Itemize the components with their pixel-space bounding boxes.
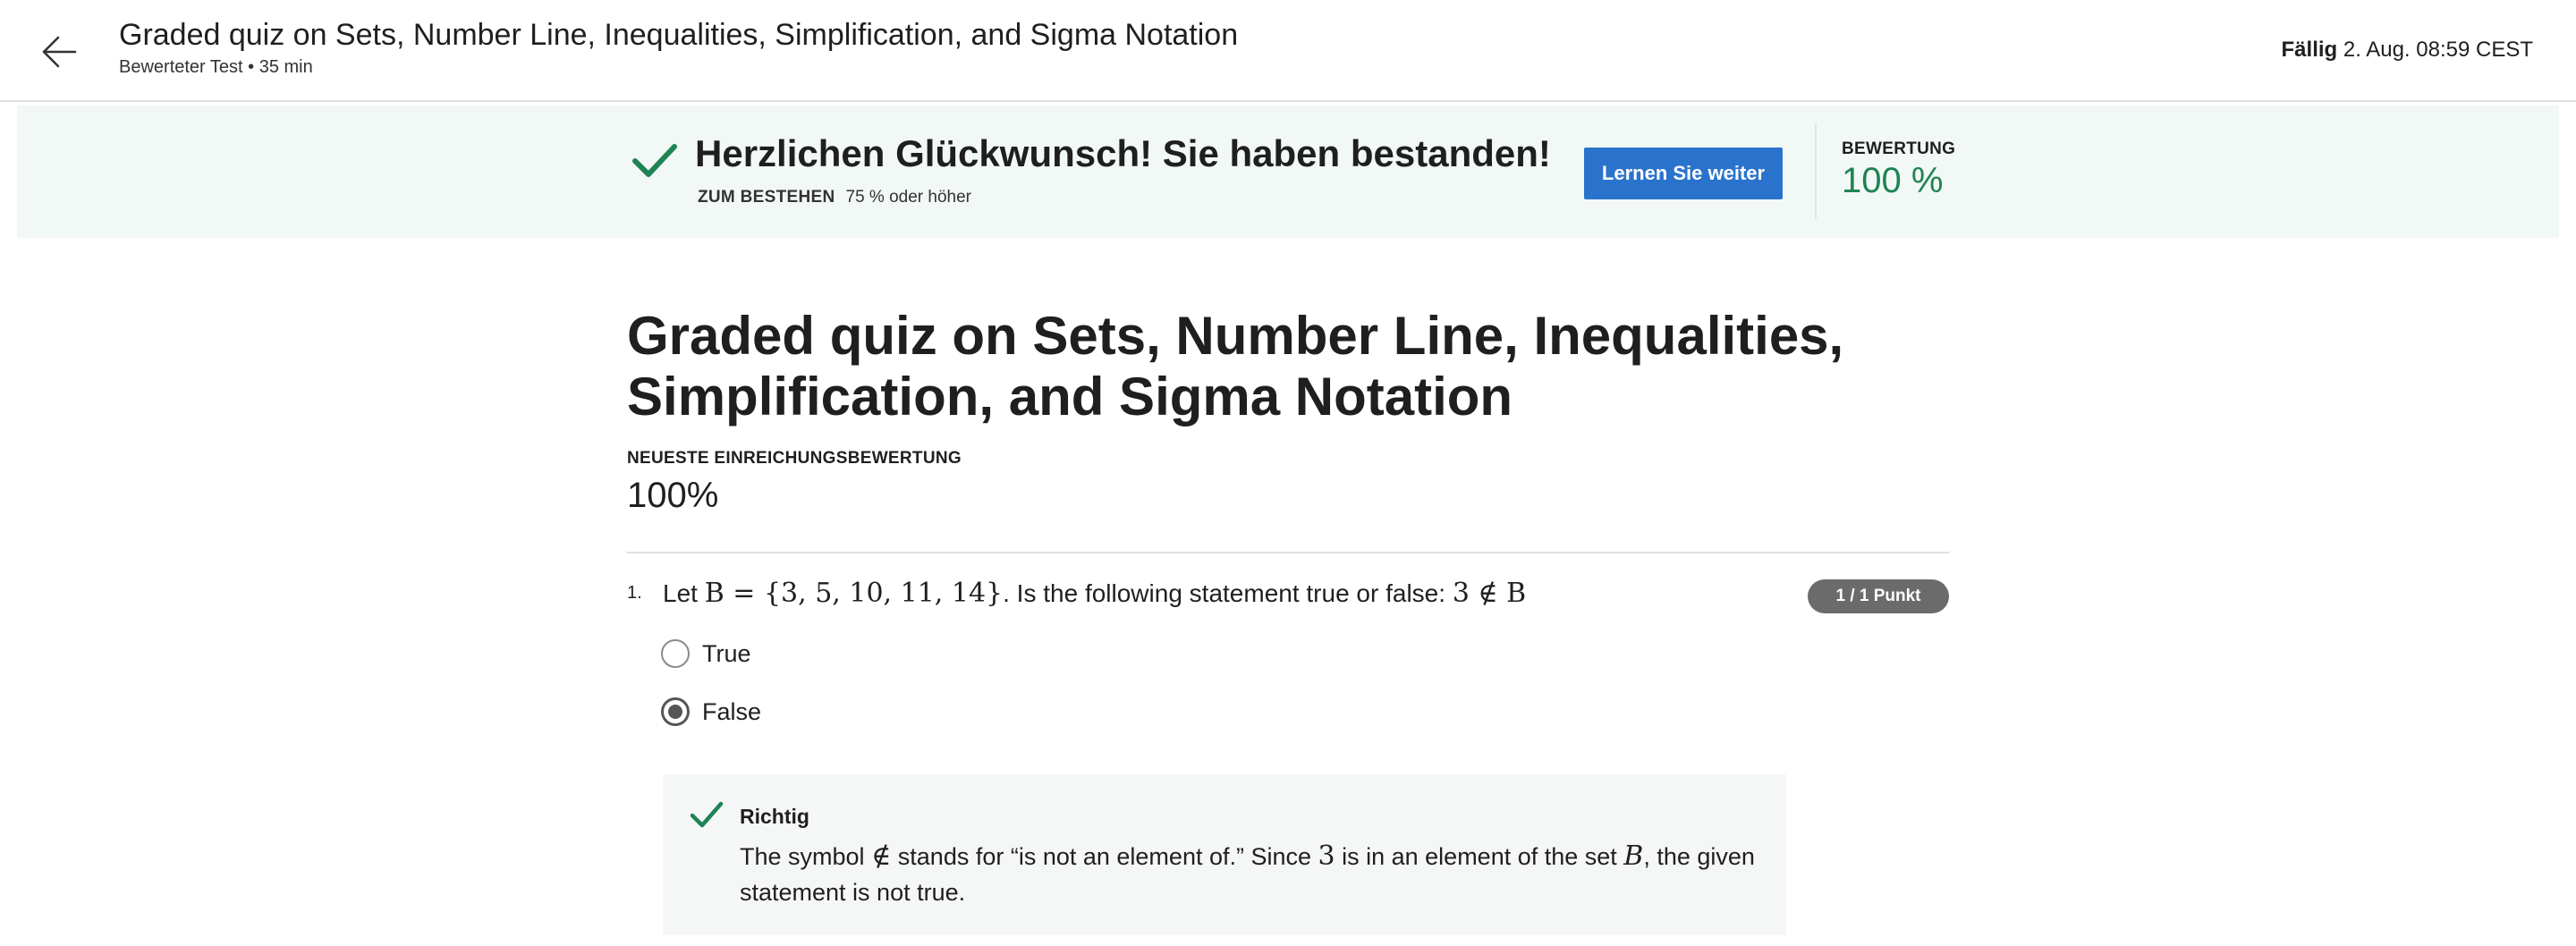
feedback-math-3: 3 <box>1318 840 1335 872</box>
latest-submission-grade: 100% <box>627 476 719 515</box>
top-header: Graded quiz on Sets, Number Line, Inequa… <box>0 0 2576 102</box>
pass-requirement: ZUM BESTEHEN 75 % oder höher <box>698 188 971 207</box>
continue-learning-button[interactable]: Lernen Sie weiter <box>1584 148 1783 199</box>
checkmark-icon <box>690 801 724 828</box>
grade-label: BEWERTUNG <box>1842 139 1956 158</box>
pass-requirement-value: 75 % oder höher <box>845 188 972 207</box>
feedback-math-b-letter: B <box>1623 840 1644 872</box>
back-button[interactable] <box>34 27 84 77</box>
main-content: Graded quiz on Sets, Number Line, Inequa… <box>627 295 1949 935</box>
feedback-text-part: The symbol <box>740 843 872 870</box>
feedback-text: The symbol ∉ stands for “is not an eleme… <box>740 839 1759 910</box>
question-math-set: B = {3, 5, 10, 11, 14} <box>704 578 1004 609</box>
feedback-math-b: B <box>1623 840 1643 872</box>
arrow-left-icon[interactable] <box>39 32 79 72</box>
banner-divider <box>1815 123 1817 220</box>
question-text-prefix: Let <box>663 579 705 607</box>
feedback-text-part: is in an element of the set <box>1335 843 1624 870</box>
header-subtitle: Bewerteter Test • 35 min <box>119 57 313 77</box>
feedback-math-symbol: ∉ <box>871 840 892 872</box>
latest-submission-label: NEUESTE EINREICHUNGSBEWERTUNG <box>627 449 962 468</box>
option-label: False <box>702 697 762 725</box>
header-title: Graded quiz on Sets, Number Line, Inequa… <box>119 18 1239 52</box>
radio-unchecked-icon[interactable] <box>661 639 690 668</box>
question-text: Let B = {3, 5, 10, 11, 14}. Is the follo… <box>663 578 1526 609</box>
grade-value: 100 % <box>1842 161 1944 200</box>
radio-checked-icon[interactable] <box>661 697 690 726</box>
feedback-text-part: stands for “is not an element of.” Since <box>891 843 1318 870</box>
pass-banner: Herzlichen Glückwunsch! Sie haben bestan… <box>17 106 2559 238</box>
divider <box>627 552 1949 553</box>
due-date: Fällig 2. Aug. 08:59 CEST <box>2282 38 2533 63</box>
question-text-middle: . Is the following statement true or fal… <box>1003 579 1453 607</box>
due-value: 2. Aug. 08:59 CEST <box>2343 38 2533 62</box>
question-math-statement: 3 ∉ B <box>1452 578 1527 609</box>
feedback-title: Richtig <box>740 805 809 828</box>
checkmark-icon <box>632 144 677 177</box>
points-badge: 1 / 1 Punkt <box>1808 579 1949 613</box>
question-number: 1. <box>627 583 642 603</box>
page-title: Graded quiz on Sets, Number Line, Inequa… <box>627 306 1844 427</box>
option-true[interactable]: True <box>661 639 751 668</box>
pass-message: Herzlichen Glückwunsch! Sie haben bestan… <box>695 132 1551 174</box>
due-label: Fällig <box>2281 38 2338 62</box>
pass-requirement-label: ZUM BESTEHEN <box>698 188 835 207</box>
feedback-box: Richtig The symbol ∉ stands for “is not … <box>663 774 1786 935</box>
option-false[interactable]: False <box>661 697 761 726</box>
option-label: True <box>702 639 751 667</box>
